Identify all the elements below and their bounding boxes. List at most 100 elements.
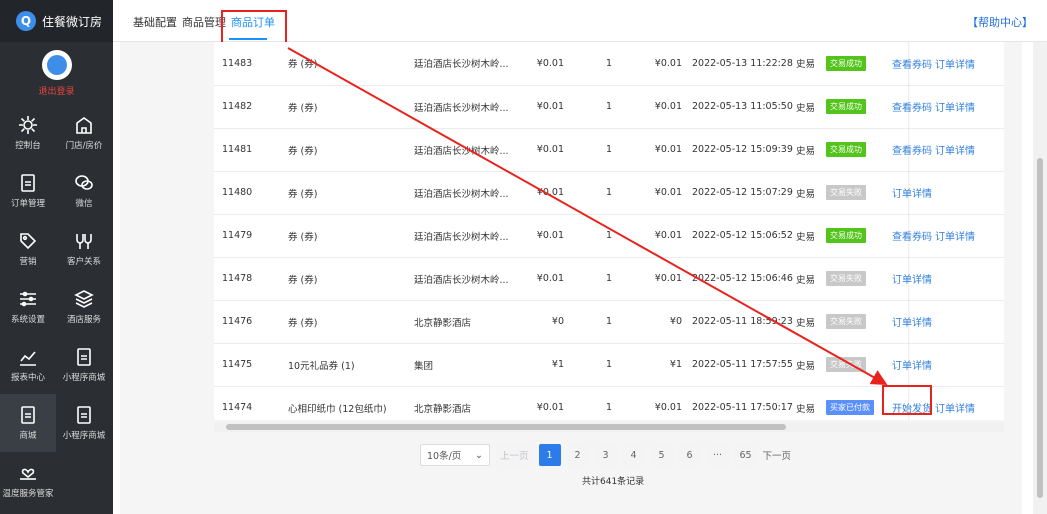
view-coupon-link[interactable]: 查看券码 xyxy=(892,232,932,243)
sidebar-item-orders[interactable]: 订单管理 xyxy=(0,162,56,220)
order-time: 2022-05-13 11:22:28 xyxy=(684,42,794,86)
buyer-name: 史易 xyxy=(794,171,816,215)
view-coupon-link[interactable]: 查看券码 xyxy=(892,146,932,157)
unit-price: ¥0.01 xyxy=(518,42,568,86)
order-detail-link[interactable]: 订单详情 xyxy=(935,60,975,71)
prev-page-button[interactable]: 上一页 xyxy=(496,444,533,466)
sidebar-item-marketing[interactable]: 营销 xyxy=(0,220,56,278)
help-center-link[interactable]: 【帮助中心】 xyxy=(967,14,1033,30)
gear-icon xyxy=(19,116,37,134)
actions-cell: 订单详情 xyxy=(884,343,1004,387)
sidebar-item-dashboard[interactable]: 控制台 xyxy=(0,104,56,162)
buyer-name: 史易 xyxy=(794,257,816,301)
order-id: 11480 xyxy=(214,171,282,215)
product-name: 券 (券) xyxy=(282,128,406,172)
quantity: 1 xyxy=(568,343,626,387)
unit-price: ¥0.01 xyxy=(518,214,568,258)
logout-link[interactable]: 退出登录 xyxy=(38,84,74,97)
shop-name: 廷泊酒店长沙树木岭... xyxy=(406,42,518,86)
unit-price: ¥0.01 xyxy=(518,386,568,420)
table-horizontal-scrollbar[interactable] xyxy=(214,422,1004,432)
sidebar-item-label: 控制台 xyxy=(15,141,41,151)
shop-name: 北京静影酒店 xyxy=(406,300,518,344)
order-detail-link[interactable]: 订单详情 xyxy=(935,404,975,415)
sidebar-item-warm-service[interactable]: 温度服务管家 xyxy=(0,452,56,510)
order-detail-link[interactable]: 订单详情 xyxy=(892,189,932,200)
wechat-icon xyxy=(75,175,93,190)
order-detail-link[interactable]: 订单详情 xyxy=(935,232,975,243)
product-name: 心相印纸巾 (12包纸巾) xyxy=(282,386,406,420)
view-coupon-link[interactable]: 查看券码 xyxy=(892,103,932,114)
total-price: ¥0.01 xyxy=(626,171,684,215)
total-price: ¥0.01 xyxy=(626,42,684,86)
actions-cell: 订单详情 xyxy=(884,300,1004,344)
quantity: 1 xyxy=(568,300,626,344)
status-badge: 交易失败 xyxy=(826,357,866,372)
order-detail-link[interactable]: 订单详情 xyxy=(892,318,932,329)
order-id: 11475 xyxy=(214,343,282,387)
page-button-3[interactable]: 3 xyxy=(594,444,617,466)
document-icon xyxy=(21,174,35,192)
status-cell: 交易失败 xyxy=(816,300,884,344)
sidebar-item-miniapp-mall[interactable]: 小程序商城 xyxy=(56,336,112,394)
buyer-name: 史易 xyxy=(794,42,816,86)
status-cell: 交易成功 xyxy=(816,214,884,258)
page-button-4[interactable]: 4 xyxy=(622,444,645,466)
sidebar-item-mall[interactable]: 商城 xyxy=(0,394,56,452)
sidebar-item-settings[interactable]: 系统设置 xyxy=(0,278,56,336)
page-button-last[interactable]: 65 xyxy=(734,444,757,466)
page-button-1[interactable]: 1 xyxy=(538,444,561,466)
unit-price: ¥0.01 xyxy=(518,171,568,215)
order-detail-link[interactable]: 订单详情 xyxy=(935,103,975,114)
orders-table: 11483 券 (券) 廷泊酒店长沙树木岭... ¥0.01 1 ¥0.01 2022-05… xyxy=(214,42,1004,420)
page-size-value: 10条/页 xyxy=(427,451,462,462)
buyer-name: 史易 xyxy=(794,300,816,344)
total-price: ¥0.01 xyxy=(626,128,684,172)
sidebar-item-stores[interactable]: 门店/房价 xyxy=(56,104,112,162)
sidebar-item-label: 系统设置 xyxy=(10,315,45,325)
order-time: 2022-05-12 15:06:46 xyxy=(684,257,794,301)
unit-price: ¥0 xyxy=(518,300,568,344)
sidebar-item-hotel-service[interactable]: 酒店服务 xyxy=(56,278,112,336)
table-row: 11479 券 (券) 廷泊酒店长沙树木岭... ¥0.01 1 ¥0.01 2022-05… xyxy=(214,214,1004,258)
avatar[interactable] xyxy=(41,49,72,80)
quantity: 1 xyxy=(568,386,626,420)
total-price: ¥0.01 xyxy=(626,257,684,301)
order-detail-link[interactable]: 订单详情 xyxy=(892,361,932,372)
main-content: 11483 券 (券) 廷泊酒店长沙树木岭... ¥0.01 1 ¥0.01 2022-05… xyxy=(120,42,1022,514)
order-detail-link[interactable]: 订单详情 xyxy=(935,146,975,157)
page-size-select[interactable]: 10条/页 ⌄ xyxy=(420,444,490,466)
page-ellipsis[interactable]: ··· xyxy=(706,444,729,466)
shop-name: 廷泊酒店长沙树木岭... xyxy=(406,214,518,258)
page-button-6[interactable]: 6 xyxy=(678,444,701,466)
status-badge: 交易成功 xyxy=(826,55,866,71)
page-button-2[interactable]: 2 xyxy=(566,444,589,466)
page-scrollbar[interactable] xyxy=(1033,42,1047,514)
page-button-5[interactable]: 5 xyxy=(650,444,673,466)
product-name: 券 (券) xyxy=(282,42,406,86)
next-page-button[interactable]: 下一页 xyxy=(763,448,792,462)
sidebar-item-crm[interactable]: 客户关系 xyxy=(56,220,112,278)
sidebar-item-miniapp-mall-2[interactable]: 小程序商城 xyxy=(56,394,112,452)
sidebar: Q 住餐微订房 退出登录 控制台 门店/房价 订单管理 微信 营销 客户关系 系… xyxy=(0,0,113,514)
sliders-icon xyxy=(20,291,36,307)
sidebar-item-label: 商城 xyxy=(19,431,37,441)
actions-cell: 查看券码 订单详情 xyxy=(884,42,1004,86)
product-name: 券 (券) xyxy=(282,171,406,215)
sidebar-item-label: 订单管理 xyxy=(10,199,45,209)
unit-price: ¥0.01 xyxy=(518,85,568,129)
quantity: 1 xyxy=(568,214,626,258)
sidebar-item-reports[interactable]: 报表中心 xyxy=(0,336,56,394)
tab-basic-config[interactable]: 基础配置 xyxy=(133,14,177,30)
tab-product-management[interactable]: 商品管理 xyxy=(182,14,226,30)
view-coupon-link[interactable]: 查看券码 xyxy=(892,60,932,71)
order-detail-link[interactable]: 订单详情 xyxy=(892,275,932,286)
shop-name: 廷泊酒店长沙树木岭... xyxy=(406,171,518,215)
sidebar-item-wechat[interactable]: 微信 xyxy=(56,162,112,220)
unit-price: ¥0.01 xyxy=(518,128,568,172)
sidebar-item-label: 门店/房价 xyxy=(65,141,103,151)
table-row: 11476 券 (券) 北京静影酒店 ¥0 1 ¥0 2022-05-11 18:59:23… xyxy=(214,300,1004,344)
status-cell: 交易失败 xyxy=(816,343,884,387)
actions-cell: 订单详情 xyxy=(884,171,1004,215)
order-time: 2022-05-13 11:05:50 xyxy=(684,85,794,129)
